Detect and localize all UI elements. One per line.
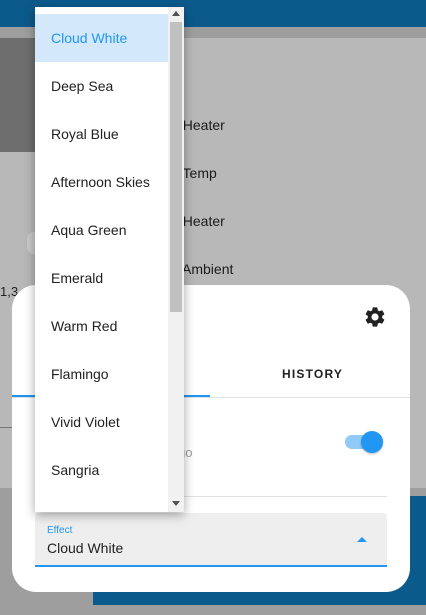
dropdown-option[interactable]: Warm Red: [35, 302, 168, 350]
option-label: Aqua Green: [51, 222, 127, 238]
option-label: Cloud White: [51, 30, 128, 46]
option-label: Flamingo: [51, 366, 109, 382]
option-label: Royal Blue: [51, 126, 119, 142]
dropdown-option[interactable]: Aqua Green: [35, 206, 168, 254]
background-side-bar: [410, 496, 426, 596]
background-divider: [0, 427, 12, 428]
dropdown-option[interactable]: Vivid Violet: [35, 398, 168, 446]
dropdown-option[interactable]: Flamingo: [35, 350, 168, 398]
option-label: Warm Red: [51, 318, 118, 334]
option-label: Deep Sea: [51, 78, 114, 94]
tab-history[interactable]: HISTORY: [282, 367, 343, 381]
option-label: Vivid Violet: [51, 414, 120, 430]
scrollbar-thumb[interactable]: [170, 22, 182, 312]
effect-select[interactable]: Effect Cloud White: [35, 513, 387, 567]
option-label: Emerald: [51, 270, 104, 286]
scroll-down-arrow-icon[interactable]: [172, 501, 180, 506]
effect-select-label: Effect: [47, 525, 73, 536]
power-toggle[interactable]: [345, 431, 383, 453]
dropdown-option[interactable]: Cloud White: [35, 14, 168, 62]
scroll-up-arrow-icon[interactable]: [172, 11, 180, 16]
caret-up-icon: [357, 537, 367, 542]
gear-icon[interactable]: [363, 305, 387, 329]
option-label: Sangria: [51, 462, 100, 478]
toggle-thumb: [361, 431, 383, 453]
dropdown-option[interactable]: Deep Sea: [35, 62, 168, 110]
dropdown-option[interactable]: Royal Blue: [35, 110, 168, 158]
effect-dropdown-menu: Cloud White Deep Sea Royal Blue Afternoo…: [35, 7, 184, 512]
effect-select-value: Cloud White: [47, 540, 124, 556]
dropdown-option[interactable]: Emerald: [35, 254, 168, 302]
dropdown-scrollbar[interactable]: [168, 7, 184, 512]
option-label: Afternoon Skies: [51, 174, 150, 190]
dropdown-option[interactable]: Sangria: [35, 446, 168, 494]
dropdown-option[interactable]: Afternoon Skies: [35, 158, 168, 206]
